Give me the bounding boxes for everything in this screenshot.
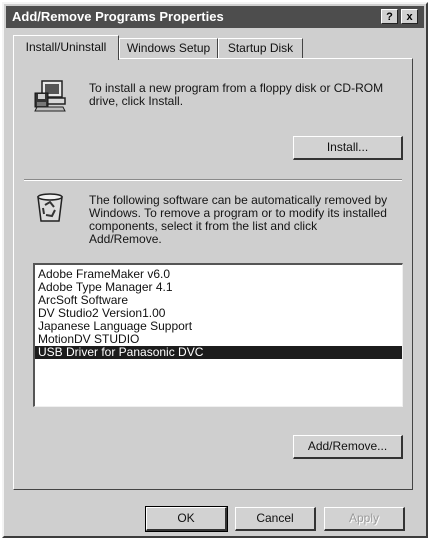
tab-label: Install/Uninstall: [25, 40, 107, 54]
tab-windows-setup[interactable]: Windows Setup: [119, 38, 218, 58]
tab-label: Windows Setup: [126, 41, 211, 55]
tab-label: Startup Disk: [227, 41, 294, 55]
ok-button[interactable]: OK: [145, 506, 228, 532]
tab-install-uninstall[interactable]: Install/Uninstall: [13, 35, 119, 60]
title-bar[interactable]: Add/Remove Programs Properties ? x: [6, 6, 424, 28]
tab-startup-disk[interactable]: Startup Disk: [218, 38, 303, 58]
help-button[interactable]: ?: [381, 9, 398, 24]
window-title: Add/Remove Programs Properties: [12, 9, 224, 24]
apply-button[interactable]: Apply: [324, 507, 405, 531]
close-button[interactable]: x: [401, 9, 418, 24]
tab-panel: [13, 58, 413, 490]
cancel-button[interactable]: Cancel: [235, 507, 316, 531]
